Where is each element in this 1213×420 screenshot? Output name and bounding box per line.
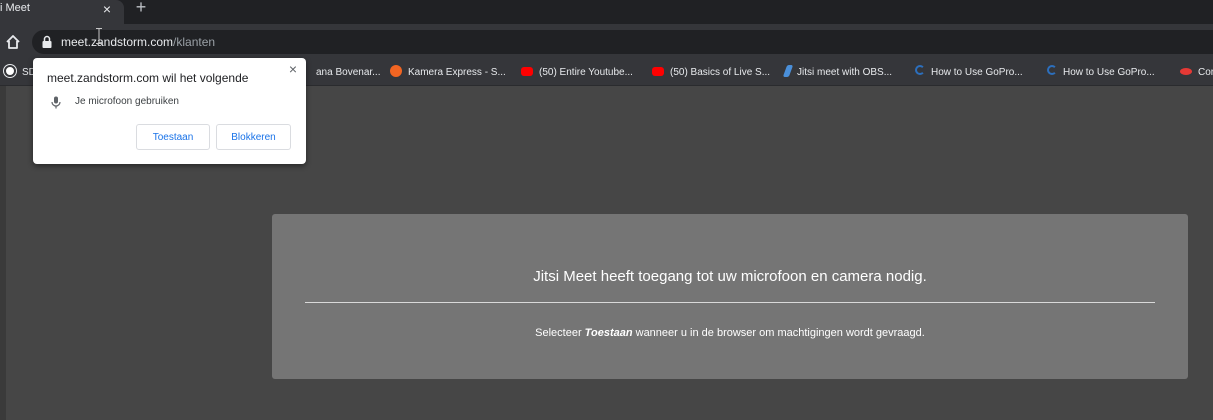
bookmark-youtube-1[interactable]: (50) Entire Youtube... xyxy=(521,65,633,81)
url-host: meet.zandstorm.com xyxy=(61,35,174,49)
overlay-text-bold: Toestaan xyxy=(584,327,633,339)
page-edge xyxy=(0,86,6,420)
microphone-icon xyxy=(51,96,61,109)
close-icon[interactable]: × xyxy=(285,61,301,77)
bookmark-gopro-2[interactable]: How to Use GoPro... xyxy=(1047,65,1155,81)
bookmark-gopro-1[interactable]: How to Use GoPro... xyxy=(915,65,1023,81)
bookmark-youtube-2[interactable]: (50) Basics of Live S... xyxy=(652,65,770,81)
bookmark-label: ana Bovenar... xyxy=(316,67,381,78)
bookmark-label: (50) Basics of Live S... xyxy=(670,67,771,78)
tab-strip: i Meet × + xyxy=(0,0,1213,24)
bookmark-label: Kamera Express - S... xyxy=(408,67,506,78)
bookmark-label: How to Use GoPro... xyxy=(1063,67,1155,78)
lock-icon[interactable] xyxy=(41,35,53,49)
permission-overlay: Jitsi Meet heeft toegang tot uw microfoo… xyxy=(272,214,1188,379)
address-bar[interactable]: meet.zandstorm.com/klanten xyxy=(32,28,1213,54)
bookmark-cor[interactable]: Cor xyxy=(1180,65,1213,81)
permission-dialog: meet.zandstorm.com wil het volgende × Je… xyxy=(33,58,306,164)
url-path: /klanten xyxy=(173,35,216,49)
bookmark-label: Cor xyxy=(1198,67,1213,78)
allow-button[interactable]: Toestaan xyxy=(136,124,210,150)
permission-item: Je microfoon gebruiken xyxy=(75,96,179,107)
url-text: meet.zandstorm.com/klanten xyxy=(61,34,215,50)
toolbar: meet.zandstorm.com/klanten xyxy=(0,24,1213,61)
permission-dialog-title: meet.zandstorm.com wil het volgende xyxy=(47,71,249,85)
c-icon xyxy=(1047,65,1057,75)
tab-jitsi-meet[interactable]: i Meet × xyxy=(0,0,124,24)
youtube-icon xyxy=(652,67,664,76)
c-icon xyxy=(915,65,925,75)
overlay-text-start: Selecteer xyxy=(535,327,585,339)
bookmark-label: (50) Entire Youtube... xyxy=(539,67,633,78)
jitsi-icon xyxy=(782,65,794,77)
bookmark-label: Jitsi meet with OBS... xyxy=(797,67,893,78)
bookmark-bovenar[interactable]: ana Bovenar... xyxy=(316,65,381,81)
new-tab-plus-icon[interactable]: + xyxy=(132,0,150,16)
tab-close-icon[interactable]: × xyxy=(99,1,115,17)
overlay-text-end: wanneer u in de browser om machtigingen … xyxy=(632,327,925,339)
bookmark-label: How to Use GoPro... xyxy=(931,67,1023,78)
home-icon[interactable] xyxy=(4,33,22,51)
tab-title: i Meet xyxy=(0,2,30,14)
kamera-express-icon xyxy=(390,65,402,77)
overlay-instructions: Selecteer Toestaan wanneer u in de brows… xyxy=(272,325,1188,341)
bookmark-jitsi-obs[interactable]: Jitsi meet with OBS... xyxy=(782,65,893,81)
bookmark-sd[interactable]: SD xyxy=(4,65,36,81)
overlay-title: Jitsi Meet heeft toegang tot uw microfoo… xyxy=(533,268,927,285)
globe-icon xyxy=(4,65,16,77)
block-button[interactable]: Blokkeren xyxy=(216,124,291,150)
red-icon xyxy=(1180,68,1192,75)
bookmark-kamera-express[interactable]: Kamera Express - S... xyxy=(390,65,506,81)
text-cursor-icon xyxy=(96,28,102,44)
youtube-icon xyxy=(521,67,533,76)
overlay-divider xyxy=(305,302,1155,303)
browser-window: i Meet × + meet.zandstorm.com/klanten SD… xyxy=(0,0,1213,420)
